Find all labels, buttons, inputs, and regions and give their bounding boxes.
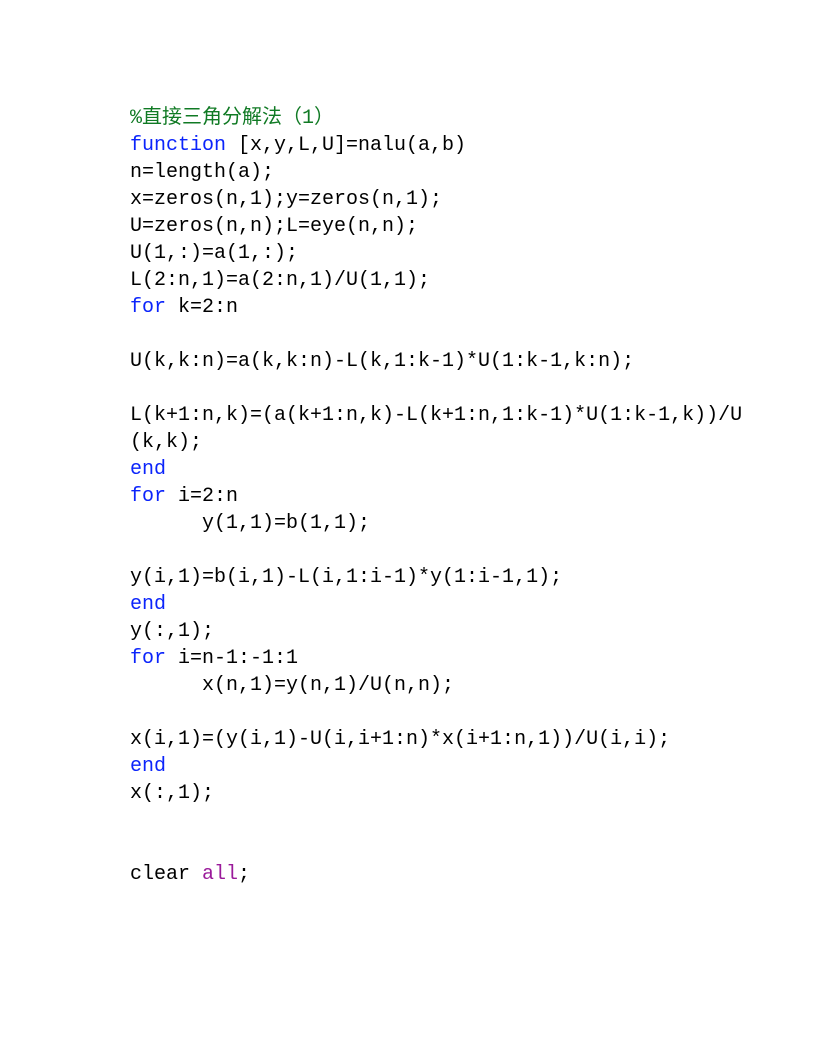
code-token: i=2:n: [166, 485, 238, 508]
code-line: x(i,1)=(y(i,1)-U(i,i+1:n)*x(i+1:n,1))/U(…: [130, 726, 746, 753]
code-line: U=zeros(n,n);L=eye(n,n);: [130, 213, 746, 240]
code-line: y(:,1);: [130, 618, 746, 645]
code-line: for i=2:n: [130, 483, 746, 510]
code-line: x(:,1);: [130, 780, 746, 807]
code-token: end: [130, 755, 166, 778]
code-token: clear: [130, 863, 202, 886]
code-line: n=length(a);: [130, 159, 746, 186]
code-line: U(k,k:n)=a(k,k:n)-L(k,1:k-1)*U(1:k-1,k:n…: [130, 348, 746, 375]
code-block: %直接三角分解法（1）function [x,y,L,U]=nalu(a,b)n…: [130, 105, 746, 888]
code-line: L(2:n,1)=a(2:n,1)/U(1,1);: [130, 267, 746, 294]
code-line: [130, 807, 746, 834]
code-line: end: [130, 456, 746, 483]
code-token: ;: [238, 863, 250, 886]
code-token: k=2:n: [166, 296, 238, 319]
code-line: y(1,1)=b(1,1);: [130, 510, 746, 537]
code-token: L(2:n,1)=a(2:n,1)/U(1,1);: [130, 269, 430, 292]
code-token: x(n,1)=y(n,1)/U(n,n);: [130, 674, 454, 697]
code-token: %直接三角分解法（1）: [130, 107, 334, 130]
code-token: for: [130, 296, 166, 319]
code-token: U(1,:)=a(1,:);: [130, 242, 298, 265]
code-line: x=zeros(n,1);y=zeros(n,1);: [130, 186, 746, 213]
code-line: function [x,y,L,U]=nalu(a,b): [130, 132, 746, 159]
code-line: for k=2:n: [130, 294, 746, 321]
code-line: [130, 699, 746, 726]
code-token: y(:,1);: [130, 620, 214, 643]
code-line: L(k+1:n,k)=(a(k+1:n,k)-L(k+1:n,1:k-1)*U(…: [130, 402, 746, 456]
code-line: clear all;: [130, 861, 746, 888]
code-line: y(i,1)=b(i,1)-L(i,1:i-1)*y(1:i-1,1);: [130, 564, 746, 591]
code-line: [130, 537, 746, 564]
code-token: L(k+1:n,k)=(a(k+1:n,k)-L(k+1:n,1:k-1)*U(…: [130, 404, 742, 454]
code-token: x=zeros(n,1);y=zeros(n,1);: [130, 188, 442, 211]
code-token: x(:,1);: [130, 782, 214, 805]
code-token: U=zeros(n,n);L=eye(n,n);: [130, 215, 418, 238]
code-line: %直接三角分解法（1）: [130, 105, 746, 132]
code-line: U(1,:)=a(1,:);: [130, 240, 746, 267]
code-line: end: [130, 591, 746, 618]
code-token: y(1,1)=b(1,1);: [130, 512, 370, 535]
code-line: [130, 375, 746, 402]
code-line: end: [130, 753, 746, 780]
code-token: end: [130, 593, 166, 616]
code-token: n=length(a);: [130, 161, 274, 184]
code-token: all: [202, 863, 238, 886]
code-line: [130, 834, 746, 861]
code-token: y(i,1)=b(i,1)-L(i,1:i-1)*y(1:i-1,1);: [130, 566, 562, 589]
code-token: function: [130, 134, 226, 157]
code-line: for i=n-1:-1:1: [130, 645, 746, 672]
code-token: for: [130, 485, 166, 508]
code-line: x(n,1)=y(n,1)/U(n,n);: [130, 672, 746, 699]
code-token: i=n-1:-1:1: [166, 647, 298, 670]
code-token: U(k,k:n)=a(k,k:n)-L(k,1:k-1)*U(1:k-1,k:n…: [130, 350, 634, 373]
code-token: x(i,1)=(y(i,1)-U(i,i+1:n)*x(i+1:n,1))/U(…: [130, 728, 670, 751]
code-token: for: [130, 647, 166, 670]
code-token: end: [130, 458, 166, 481]
code-token: [x,y,L,U]=nalu(a,b): [226, 134, 466, 157]
code-line: [130, 321, 746, 348]
code-page: %直接三角分解法（1）function [x,y,L,U]=nalu(a,b)n…: [0, 0, 816, 888]
